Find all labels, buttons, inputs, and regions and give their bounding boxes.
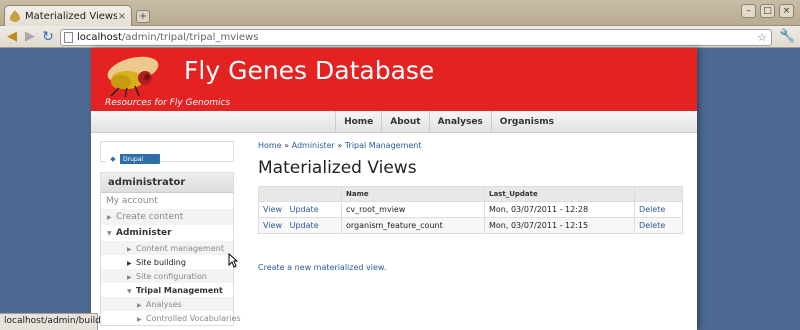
menu-item-label: Administer: [116, 228, 172, 238]
expanded-arrow-icon: ▼: [107, 230, 112, 237]
drupal-badge-label: Drupal: [123, 155, 144, 163]
menu-item-site-building[interactable]: ▶ Site building: [101, 255, 233, 269]
site-name[interactable]: Fly Genes Database: [184, 56, 434, 85]
address-bar[interactable]: localhost/admin/tripal/tripal_mviews ☆: [60, 29, 772, 46]
delete-cell: Delete: [634, 201, 683, 218]
actions-cell: View Update: [258, 217, 342, 234]
site-slogan: Resources for Fly Genomics: [105, 98, 231, 108]
close-window-button[interactable]: ×: [779, 4, 794, 18]
menu-item-label: My account: [106, 196, 158, 206]
delete-cell: Delete: [634, 217, 683, 234]
collapsed-arrow-icon: ▶: [127, 246, 132, 253]
menu-item-content-management[interactable]: ▶ Content management: [101, 241, 233, 255]
menu-item-label: Tripal Management: [136, 286, 223, 295]
nav-about[interactable]: About: [381, 111, 428, 133]
last-update-cell: Mon, 03/07/2011 - 12:28: [484, 201, 635, 218]
collapsed-arrow-icon: ▶: [137, 302, 142, 309]
nav-organisms[interactable]: Organisms: [490, 111, 562, 133]
mouse-cursor-icon: [228, 253, 238, 268]
forward-arrow-icon[interactable]: ▶: [22, 29, 38, 45]
menu-item-administer[interactable]: ▼ Administer: [101, 225, 233, 241]
maximize-button[interactable]: □: [760, 4, 775, 18]
menu-item-my-account[interactable]: My account: [101, 193, 233, 209]
menu-item-label: Create content: [116, 212, 184, 222]
table-row: View Update organism_feature_count Mon, …: [258, 217, 683, 234]
browser-toolbar: ◀ ▶ ↻ localhost/admin/tripal/tripal_mvie…: [0, 26, 800, 48]
name-cell: cv_root_mview: [341, 201, 485, 218]
breadcrumb-administer[interactable]: Administer: [292, 141, 335, 150]
column-header-last-update: Last_Update: [484, 186, 635, 202]
menu-item-label: Controlled Vocabularies: [146, 314, 241, 323]
column-header-name: Name: [341, 186, 485, 202]
column-header: [258, 186, 342, 202]
url-path: /admin/tripal/tripal_mviews: [121, 32, 259, 43]
actions-cell: View Update: [258, 201, 342, 218]
page-icon: [64, 32, 73, 43]
browser-titlebar: Materialized Views | Fl... × + – □ ×: [0, 0, 800, 26]
delete-link[interactable]: Delete: [639, 205, 665, 214]
navigation-menu: My account ▶ Create content ▼ Administer ▶…: [101, 193, 241, 325]
delete-link[interactable]: Delete: [639, 221, 665, 230]
menu-item-label: Analyses: [146, 300, 182, 309]
menu-item-controlled-vocabularies[interactable]: ▶ Controlled Vocabularies: [101, 311, 241, 325]
url-host: localhost: [77, 32, 122, 43]
last-update-cell: Mon, 03/07/2011 - 12:15: [484, 217, 635, 234]
update-link[interactable]: Update: [290, 205, 319, 214]
tab-title: Materialized Views | Fl...: [25, 10, 117, 22]
user-menu-block: administrator My account ▶ Create content…: [100, 172, 241, 326]
collapsed-arrow-icon: ▶: [127, 274, 132, 281]
drupal-drop-icon: ◆: [106, 154, 120, 164]
name-cell: organism_feature_count: [341, 217, 485, 234]
nav-home[interactable]: Home: [335, 111, 381, 133]
new-tab-button[interactable]: +: [136, 10, 150, 23]
drupal-favicon-icon: [10, 10, 20, 22]
page-container: Fly Genes Database Resources for Fly Gen…: [91, 48, 697, 330]
collapsed-arrow-icon: ▶: [127, 260, 132, 267]
menu-item-site-configuration[interactable]: ▶ Site configuration: [101, 269, 233, 283]
main-content: Home » Administer » Tripal Management Ma…: [258, 141, 688, 272]
menu-item-label: Site configuration: [136, 272, 207, 281]
window-controls: – □ ×: [741, 4, 794, 18]
breadcrumb-separator: »: [281, 141, 292, 150]
drupal-badge[interactable]: ◆ Drupal: [106, 154, 160, 164]
sidebar: ◆ Drupal administrator My account ▶ Creat…: [100, 141, 241, 326]
site-header: Fly Genes Database Resources for Fly Gen…: [91, 48, 697, 111]
menu-item-analyses[interactable]: ▶ Analyses: [101, 297, 233, 311]
minimize-button[interactable]: –: [741, 4, 756, 18]
reload-icon[interactable]: ↻: [40, 29, 56, 45]
breadcrumb: Home » Administer » Tripal Management: [258, 141, 688, 150]
tab-close-icon[interactable]: ×: [117, 11, 127, 22]
page-title: Materialized Views: [258, 158, 417, 178]
menu-item-tripal-management[interactable]: ▼ Tripal Management: [101, 283, 233, 297]
bookmark-star-icon[interactable]: ☆: [757, 30, 767, 45]
expanded-arrow-icon: ▼: [127, 288, 132, 295]
view-link[interactable]: View: [263, 221, 282, 230]
collapsed-arrow-icon: ▶: [107, 214, 112, 221]
column-header: [634, 186, 683, 202]
fly-logo-icon[interactable]: [93, 50, 171, 98]
create-mview-link[interactable]: Create a new materialized view.: [258, 263, 386, 272]
mviews-table: Name Last_Update View Update cv_root_mvi…: [258, 186, 683, 234]
back-arrow-icon[interactable]: ◀: [4, 29, 20, 45]
primary-nav: Home About Analyses Organisms: [91, 111, 697, 133]
nav-analyses[interactable]: Analyses: [428, 111, 491, 133]
view-link[interactable]: View: [263, 205, 282, 214]
menu-item-create-content[interactable]: ▶ Create content: [101, 209, 233, 225]
menu-item-label: Site building: [136, 258, 186, 267]
breadcrumb-home[interactable]: Home: [258, 141, 282, 150]
user-block-title: administrator: [101, 173, 233, 193]
update-link[interactable]: Update: [290, 221, 319, 230]
breadcrumb-tripal-management[interactable]: Tripal Management: [345, 141, 422, 150]
wrench-menu-icon[interactable]: 🔧: [779, 29, 795, 44]
collapsed-arrow-icon: ▶: [137, 316, 142, 323]
breadcrumb-separator: »: [334, 141, 345, 150]
table-header-row: Name Last_Update: [258, 186, 683, 202]
browser-tab[interactable]: Materialized Views | Fl... ×: [4, 5, 132, 26]
menu-item-label: Content management: [136, 244, 224, 253]
status-bar: localhost/admin/build: [0, 313, 101, 330]
table-row: View Update cv_root_mview Mon, 03/07/201…: [258, 201, 683, 218]
powered-by-block: ◆ Drupal: [100, 141, 234, 164]
